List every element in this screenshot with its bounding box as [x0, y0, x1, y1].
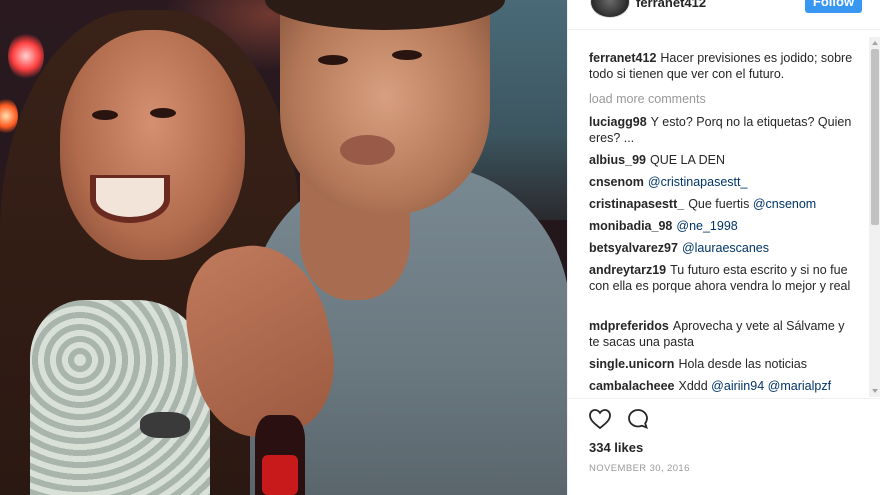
scroll-up-arrow-icon[interactable]	[872, 41, 878, 45]
comment-text: Xddd	[678, 379, 708, 393]
list-item: cnsenom @cristinapasestt_	[589, 174, 857, 190]
header-username[interactable]: ferranet412	[636, 0, 706, 10]
follow-button[interactable]: Follow	[805, 0, 862, 13]
comment-username[interactable]: luciagg98	[589, 115, 647, 129]
comment-mention[interactable]: @cnsenom	[753, 197, 816, 211]
bracelet	[140, 412, 190, 438]
post-actions: 334 likes NOVEMBER 30, 2016	[568, 398, 880, 495]
heart-icon[interactable]	[588, 407, 612, 431]
list-item: albius_99 QUE LA DEN	[589, 152, 857, 168]
comments-list: ferranet412 Hacer previsiones es jodido; …	[568, 37, 870, 397]
comment-username[interactable]: cnsenom	[589, 175, 644, 189]
scroll-thumb[interactable]	[871, 49, 879, 225]
comment-mention[interactable]: @cristinapasestt_	[648, 175, 748, 189]
comment-username[interactable]: cristinapasestt_	[589, 197, 684, 211]
comment-text: Hola desde las noticias	[678, 357, 807, 371]
right-person-face	[280, 0, 490, 215]
profile-avatar[interactable]	[590, 0, 630, 18]
comment-username[interactable]: monibadia_98	[589, 219, 672, 233]
right-person-lips	[340, 135, 395, 165]
right-person-eye	[392, 50, 422, 60]
left-person-eye	[150, 108, 176, 118]
red-light	[8, 32, 44, 80]
comment-username[interactable]: single.unicorn	[589, 357, 674, 371]
left-person-smile	[90, 175, 170, 223]
comments-scrollbar[interactable]	[869, 37, 880, 397]
post-header: ferranet412 Follow	[568, 0, 880, 30]
left-person-lace-top	[30, 300, 210, 495]
load-more-comments-link[interactable]: load more comments	[589, 92, 706, 106]
list-item: mdpreferidos Aprovecha y vete al Sálvame …	[589, 318, 857, 350]
scroll-down-arrow-icon[interactable]	[872, 389, 878, 393]
post-date: NOVEMBER 30, 2016	[589, 463, 690, 474]
caption-username[interactable]: ferranet412	[589, 51, 656, 65]
comment-username[interactable]: mdpreferidos	[589, 319, 669, 333]
list-item: monibadia_98 @ne_1998	[589, 218, 857, 234]
post-photo[interactable]	[0, 0, 567, 495]
comment-mention[interactable]: @ne_1998	[676, 219, 737, 233]
comment-username[interactable]: andreytarz19	[589, 263, 666, 277]
comment-text: QUE LA DEN	[649, 153, 726, 167]
list-item: cristinapasestt_ Que fuertis @cnsenom	[589, 196, 857, 212]
comment-username[interactable]: cambalacheee	[589, 379, 674, 393]
comment-bubble-icon[interactable]	[626, 407, 650, 431]
left-person-face	[60, 30, 245, 260]
list-item: single.unicorn Hola desde las noticias	[589, 356, 857, 372]
post-side-panel: ferranet412 Follow ferranet412 Hacer prev…	[567, 0, 880, 495]
comment-username[interactable]: albius_99	[589, 153, 646, 167]
list-item: betsyalvarez97 @lauraescanes	[589, 240, 857, 256]
right-person-eye	[318, 55, 348, 65]
comment-mention[interactable]: @lauraescanes	[682, 241, 769, 255]
list-item: andreytarz19 Tu futuro esta escrito y si …	[589, 262, 857, 294]
comment-mention[interactable]: @airiin94	[711, 379, 764, 393]
left-person-eye	[92, 110, 118, 120]
list-item: luciagg98 Y esto? Porq no la etiquetas? Q…	[589, 114, 857, 146]
likes-count[interactable]: 334 likes	[589, 440, 643, 455]
bottle-label	[262, 455, 298, 495]
comment-mention[interactable]: @marialpzf	[768, 379, 831, 393]
caption: ferranet412 Hacer previsiones es jodido; …	[589, 50, 857, 82]
comment-text: Que fuertis	[688, 197, 750, 211]
list-item: cambalacheee Xddd @airiin94 @marialpzf	[589, 378, 857, 394]
comment-username[interactable]: betsyalvarez97	[589, 241, 678, 255]
